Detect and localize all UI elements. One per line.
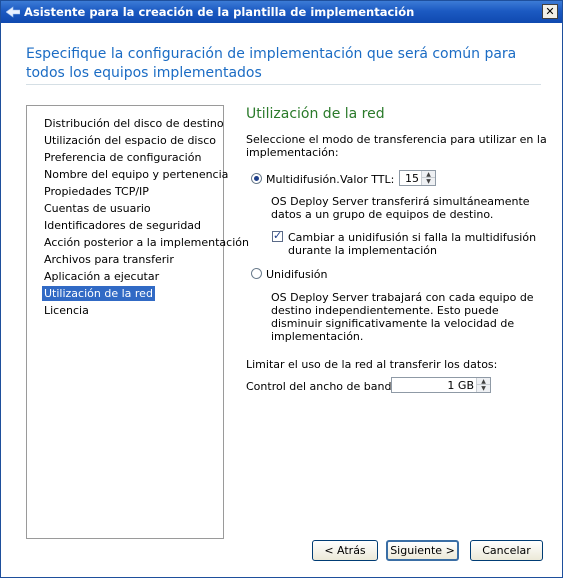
wizard-content: Especifique la configuración de implemen… <box>2 23 561 576</box>
spin-down-icon[interactable]: ▼ <box>477 385 490 392</box>
limit-network-text: Limitar el uso de la red al transferir l… <box>246 358 498 371</box>
cancel-button[interactable]: Cancelar <box>470 540 543 561</box>
window-title: Asistente para la creación de la plantil… <box>24 5 415 19</box>
nav-item-security-ids[interactable]: Identificadores de seguridad <box>42 218 203 233</box>
section-title: Utilización de la red <box>246 106 385 122</box>
ttl-value: 15 <box>405 172 419 185</box>
nav-item-app-run[interactable]: Aplicación a ejecutar <box>42 269 161 284</box>
checkmark-icon: ✓ <box>273 229 283 242</box>
nav-item-tcpip[interactable]: Propiedades TCP/IP <box>42 184 151 199</box>
spin-up-icon[interactable]: ▲ <box>477 378 490 385</box>
next-button[interactable]: Siguiente > <box>386 540 459 561</box>
multicast-radio[interactable] <box>251 173 262 184</box>
ttl-stepper[interactable]: 15 ▲ ▼ <box>399 170 436 186</box>
close-icon: ✕ <box>545 5 555 18</box>
intro-text-line1: Seleccione el modo de transferencia para… <box>246 133 547 146</box>
page-header: Especifique la configuración de implemen… <box>26 46 517 81</box>
bandwidth-label: Control del ancho de banda: <box>246 380 402 393</box>
app-icon <box>6 6 20 18</box>
wizard-nav-list[interactable]: Distribución del disco de destino Utiliz… <box>26 105 249 539</box>
unicast-desc-line2: destino independientemente. Esto puede <box>271 304 499 317</box>
nav-item-license[interactable]: Licencia <box>42 303 91 318</box>
back-button[interactable]: < Atrás <box>312 540 378 561</box>
fallback-label-line1[interactable]: Cambiar a unidifusión si falla la multid… <box>288 231 536 244</box>
bandwidth-value: 1 GB <box>447 379 474 392</box>
unicast-label[interactable]: Unidifusión <box>266 268 327 281</box>
multicast-label[interactable]: Multidifusión. <box>266 173 340 186</box>
unicast-radio[interactable] <box>251 268 262 279</box>
close-button[interactable]: ✕ <box>542 4 558 19</box>
nav-item-computer-name[interactable]: Nombre del equipo y pertenencia <box>42 167 230 182</box>
multicast-desc-line2: datos a un grupo de equipos de destino. <box>271 208 494 221</box>
multicast-desc-line1: OS Deploy Server transferirá simultáneam… <box>271 195 530 208</box>
unicast-desc-line3: disminuir significativamente la velocida… <box>271 317 515 330</box>
nav-item-disk-distribution[interactable]: Distribución del disco de destino <box>42 116 226 131</box>
ttl-spin-buttons: ▲ ▼ <box>421 171 435 185</box>
fallback-unicast-checkbox[interactable]: ✓ <box>272 229 283 242</box>
unicast-desc-line4: implementación. <box>271 330 364 343</box>
nav-item-post-deploy[interactable]: Acción posterior a la implementación <box>42 235 251 250</box>
spin-up-icon[interactable]: ▲ <box>422 171 435 178</box>
wizard-window: Asistente para la creación de la plantil… <box>0 0 563 578</box>
nav-item-network-usage[interactable]: Utilización de la red <box>42 286 155 301</box>
nav-item-config-preference[interactable]: Preferencia de configuración <box>42 150 203 165</box>
bandwidth-stepper[interactable]: 1 GB ▲ ▼ <box>391 377 491 393</box>
fallback-label-line2[interactable]: durante la implementación <box>288 244 437 257</box>
nav-item-user-accounts[interactable]: Cuentas de usuario <box>42 201 153 216</box>
unicast-desc-line1: OS Deploy Server trabajará con cada equi… <box>271 291 534 304</box>
bandwidth-spin-buttons: ▲ ▼ <box>476 378 490 392</box>
intro-text-line2: implementación: <box>246 146 339 159</box>
header-divider <box>26 84 541 85</box>
title-bar[interactable]: Asistente para la creación de la plantil… <box>1 1 562 23</box>
spin-down-icon[interactable]: ▼ <box>422 178 435 185</box>
nav-item-disk-space[interactable]: Utilización del espacio de disco <box>42 133 218 148</box>
ttl-label: Valor TTL: <box>340 173 395 186</box>
nav-item-files-transfer[interactable]: Archivos para transferir <box>42 252 176 267</box>
